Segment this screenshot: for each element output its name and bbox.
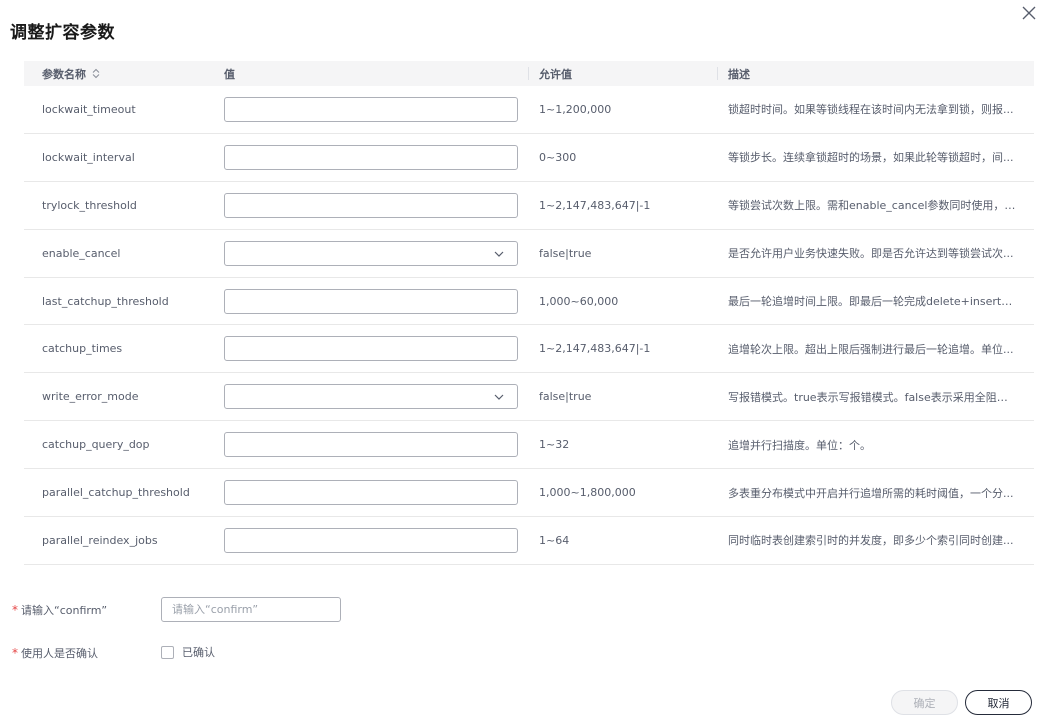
param-allowed: 1~64 (539, 533, 570, 547)
param-desc-text: 同时临时表创建索引时的并发度，即多少个索引同时创建... (728, 534, 1014, 548)
param-desc: 等锁步长。连续拿锁超时的场景，如果此轮等锁超时，间... (728, 134, 1018, 181)
chevron-down-icon (494, 394, 504, 401)
param-value-input[interactable] (224, 432, 518, 458)
chevron-down-icon (494, 251, 504, 257)
param-desc: 锁超时时间。如果等锁线程在该时间内无法拿到锁，则报... (728, 86, 1018, 133)
param-allowed: 0~300 (539, 150, 577, 164)
table-row: catchup_times 1~2,147,483,647|-1 追增轮次上限。超出… (24, 325, 1034, 374)
table-row: parallel_catchup_threshold 1,000~1,800,00… (24, 469, 1034, 518)
confirm-label-row: * 请输入“confirm” (12, 602, 107, 618)
param-allowed: 1,000~1,800,000 (539, 486, 636, 500)
param-desc: 是否允许用户业务快速失败。即是否允许达到等锁尝试次... (728, 230, 1018, 277)
param-desc-text: 追增轮次上限。超出上限后强制进行最后一轮追增。单位... (728, 342, 1014, 356)
table-row: write_error_mode false|true 写报错模式。true表示写报… (24, 373, 1034, 422)
param-name: parallel_reindex_jobs (42, 533, 158, 547)
header-name[interactable]: 参数名称 (42, 61, 101, 86)
dialog-title: 调整扩容参数 (10, 23, 115, 43)
param-value-input[interactable] (224, 480, 518, 506)
param-allowed: false|true (539, 390, 592, 404)
param-name: catchup_times (42, 342, 123, 356)
param-name: catchup_query_dop (42, 438, 150, 452)
confirmed-checkbox[interactable] (161, 645, 174, 659)
param-name: trylock_threshold (42, 198, 137, 212)
sort-icon[interactable] (91, 68, 101, 79)
param-desc-text: 锁超时时间。如果等锁线程在该时间内无法拿到锁，则报... (728, 103, 1014, 117)
param-name: enable_cancel (42, 246, 121, 260)
param-desc-text: 等锁尝试次数上限。需和enable_cancel参数同时使用，如... (728, 199, 1018, 213)
table-body: lockwait_timeout 1~1,200,000 锁超时时间。如果等锁线程在… (24, 86, 1034, 565)
column-divider (717, 67, 718, 80)
param-allowed: 1~2,147,483,647|-1 (539, 342, 651, 356)
param-value-input[interactable] (224, 192, 518, 218)
required-mark: * (12, 646, 18, 660)
param-desc: 等锁尝试次数上限。需和enable_cancel参数同时使用，如... (728, 182, 1018, 229)
param-allowed: 1~2,147,483,647|-1 (539, 198, 651, 212)
param-allowed: 1~32 (539, 438, 570, 452)
param-value-input[interactable] (224, 288, 518, 314)
param-allowed: 1~1,200,000 (539, 102, 612, 116)
confirmed-checkbox-wrap[interactable]: 已确认 (161, 644, 215, 660)
param-desc-text: 多表重分布模式中开启并行追增所需的耗时阈值，一个分... (728, 486, 1014, 500)
param-value-input[interactable] (224, 528, 518, 554)
table-row: lockwait_interval 0~300 等锁步长。连续拿锁超时的场景，如果此… (24, 134, 1034, 182)
header-value: 值 (224, 67, 235, 81)
params-table: 参数名称 值 允许值 描述 lockwait_timeout 1~1,200,00… (24, 61, 1034, 565)
param-desc-text: 等锁步长。连续拿锁超时的场景，如果此轮等锁超时，间... (728, 151, 1014, 165)
table-header: 参数名称 值 允许值 描述 (24, 61, 1034, 86)
close-button[interactable] (1020, 4, 1038, 22)
param-value-select[interactable] (224, 384, 518, 410)
user-confirm-label: 使用人是否确认 (21, 647, 98, 660)
param-allowed: false|true (539, 246, 592, 260)
checkbox-label: 已确认 (182, 646, 215, 659)
param-value-input[interactable] (224, 97, 518, 122)
header-desc: 描述 (728, 67, 750, 81)
param-desc: 追增轮次上限。超出上限后强制进行最后一轮追增。单位... (728, 325, 1018, 372)
confirm-label: 请输入“confirm” (21, 604, 108, 617)
param-value-input[interactable] (224, 336, 518, 362)
table-row: parallel_reindex_jobs 1~64 同时临时表创建索引时的并发度，… (24, 517, 1034, 565)
param-desc-text: 写报错模式。true表示写报错模式。false表示采用全阻塞... (728, 390, 1018, 404)
confirm-input[interactable] (161, 597, 341, 622)
required-mark: * (12, 603, 18, 617)
header-allowed: 允许值 (539, 67, 572, 81)
table-row: enable_cancel false|true 是否允许用户业务快速失败。即是否允… (24, 230, 1034, 278)
user-confirm-label-row: * 使用人是否确认 (12, 645, 98, 661)
table-row: lockwait_timeout 1~1,200,000 锁超时时间。如果等锁线程在… (24, 86, 1034, 134)
param-name: lockwait_timeout (42, 102, 136, 116)
close-icon (1022, 6, 1036, 20)
table-row: last_catchup_threshold 1,000~60,000 最后一轮追增… (24, 278, 1034, 326)
param-desc: 同时临时表创建索引时的并发度，即多少个索引同时创建... (728, 517, 1018, 564)
column-divider (528, 67, 529, 80)
param-name: last_catchup_threshold (42, 294, 169, 308)
param-value-select[interactable] (224, 240, 518, 266)
table-row: catchup_query_dop 1~32 追增并行扫描度。单位：个。 (24, 421, 1034, 470)
param-desc: 追增并行扫描度。单位：个。 (728, 421, 1018, 468)
table-row: trylock_threshold 1~2,147,483,647|-1 等锁尝试次… (24, 182, 1034, 230)
param-allowed: 1,000~60,000 (539, 294, 619, 308)
ok-button[interactable]: 确定 (891, 690, 958, 715)
param-desc: 最后一轮追增时间上限。即最后一轮完成delete+insert追... (728, 278, 1018, 325)
param-desc-text: 是否允许用户业务快速失败。即是否允许达到等锁尝试次... (728, 247, 1014, 261)
param-name: write_error_mode (42, 390, 139, 404)
cancel-button[interactable]: 取消 (965, 690, 1032, 715)
param-name: parallel_catchup_threshold (42, 486, 190, 500)
param-desc: 多表重分布模式中开启并行追增所需的耗时阈值，一个分... (728, 469, 1018, 516)
param-desc-text: 追增并行扫描度。单位：个。 (728, 438, 871, 452)
param-name: lockwait_interval (42, 150, 135, 164)
param-value-input[interactable] (224, 144, 518, 170)
param-desc: 写报错模式。true表示写报错模式。false表示采用全阻塞... (728, 373, 1018, 420)
param-desc-text: 最后一轮追增时间上限。即最后一轮完成delete+insert追... (728, 295, 1018, 308)
